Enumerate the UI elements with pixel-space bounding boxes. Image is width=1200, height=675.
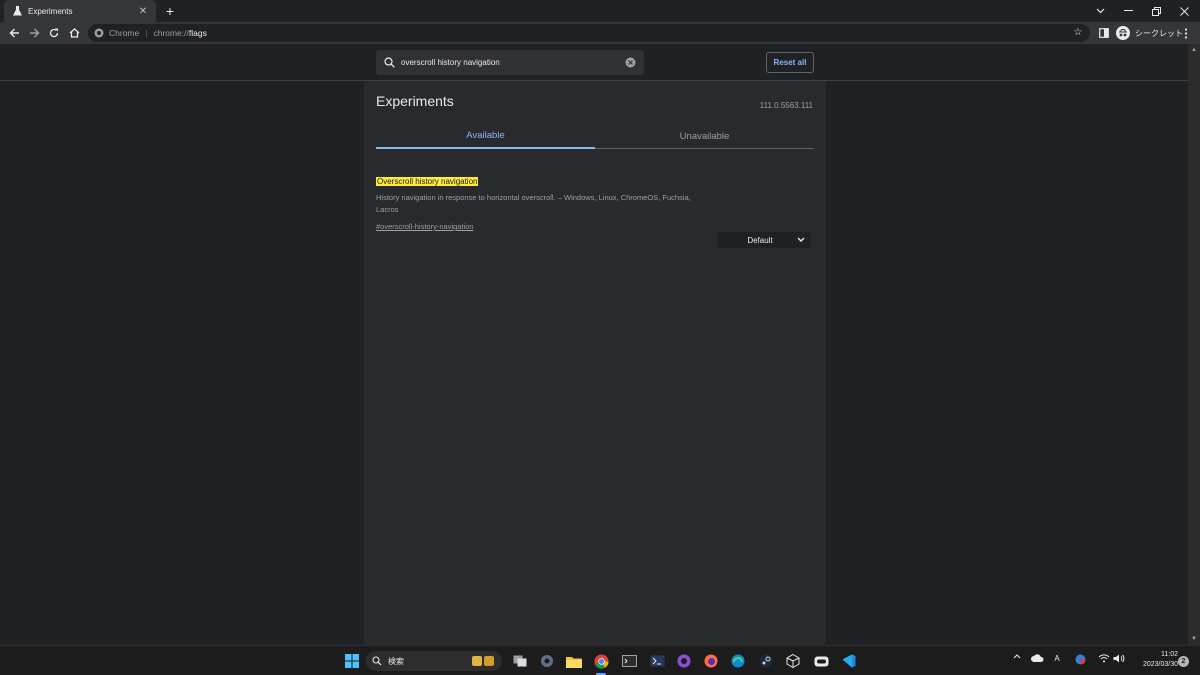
incognito-profile-button[interactable]: シークレット <box>1116 25 1183 41</box>
package-icon[interactable] <box>783 651 803 671</box>
steam-icon[interactable] <box>756 651 776 671</box>
close-window-icon[interactable] <box>1170 0 1198 22</box>
incognito-icon <box>1116 26 1130 40</box>
flags-search-input[interactable]: overscroll history navigation <box>376 50 644 75</box>
reset-all-button[interactable]: Reset all <box>766 52 814 73</box>
search-value: overscroll history navigation <box>401 58 500 67</box>
search-icon <box>372 656 382 666</box>
clock-time: 11:02 <box>1161 651 1178 658</box>
file-explorer-icon[interactable] <box>564 651 584 671</box>
flags-page: overscroll history navigation Reset all … <box>0 44 1200 645</box>
chevron-down-icon <box>797 236 805 244</box>
menu-kebab-icon[interactable] <box>1178 25 1194 41</box>
windows-taskbar: 検索 A 11:02 2023/03/30 2 <box>0 645 1200 675</box>
experiments-tabs: Available Unavailable <box>376 124 814 149</box>
wifi-icon[interactable] <box>1098 654 1110 663</box>
onedrive-cloud-icon[interactable] <box>1030 654 1044 662</box>
tab-close-icon[interactable]: ✕ <box>138 6 148 17</box>
vscode-icon[interactable] <box>839 651 859 671</box>
terminal-icon[interactable] <box>619 651 639 671</box>
edge-icon[interactable] <box>728 651 748 671</box>
reload-icon[interactable] <box>46 25 62 41</box>
flask-icon <box>12 6 22 16</box>
flag-description: History navigation in response to horizo… <box>376 193 691 214</box>
scroll-up-icon[interactable]: ▲ <box>1188 44 1200 56</box>
flag-entry: Overscroll history navigation History na… <box>376 171 814 234</box>
tab-strip: Experiments ✕ + <box>0 0 1200 22</box>
address-path: flags <box>188 28 207 38</box>
address-bar[interactable]: Chrome | chrome:// flags ☆ <box>88 24 1090 42</box>
tab-search-icon[interactable] <box>1086 0 1114 22</box>
address-scheme: Chrome <box>109 28 140 38</box>
tab-title: Experiments <box>28 6 73 16</box>
forward-icon[interactable] <box>26 25 42 41</box>
page-scrollbar[interactable]: ▲ ▼ <box>1188 44 1200 645</box>
clock-date: 2023/03/30 <box>1142 661 1178 668</box>
taskbar-search[interactable]: 検索 <box>366 651 502 671</box>
search-highlight-icon <box>470 654 496 668</box>
browser-toolbar: Chrome | chrome:// flags ☆ シークレット <box>0 22 1200 44</box>
taskbar-search-label: 検索 <box>388 656 404 666</box>
notification-badge[interactable]: 2 <box>1178 656 1189 667</box>
experiments-panel: Experiments 111.0.5563.111 Available Una… <box>364 81 826 645</box>
powershell-icon[interactable] <box>647 651 667 671</box>
chevron-up-icon[interactable] <box>1012 654 1022 659</box>
oculus-icon[interactable] <box>811 651 831 671</box>
volume-icon[interactable] <box>1113 654 1125 663</box>
home-icon[interactable] <box>66 25 82 41</box>
tab-unavailable[interactable]: Unavailable <box>595 124 814 149</box>
profile-label: シークレット <box>1135 28 1183 38</box>
chrome-icon[interactable] <box>591 651 611 671</box>
minimize-icon[interactable] <box>1114 0 1142 22</box>
firefox-icon[interactable] <box>701 651 721 671</box>
address-separator: | <box>145 28 148 38</box>
flag-state-select[interactable]: Default <box>717 232 811 248</box>
back-icon[interactable] <box>6 25 22 41</box>
bookmark-star-icon[interactable]: ☆ <box>1072 26 1084 38</box>
new-tab-button[interactable]: + <box>162 3 178 19</box>
side-panel-icon[interactable] <box>1096 25 1112 41</box>
search-icon <box>384 57 395 68</box>
taskbar-clock[interactable]: 11:02 2023/03/30 <box>1130 650 1178 670</box>
flag-permalink[interactable]: #overscroll-history-navigation <box>376 222 474 231</box>
page-title: Experiments <box>376 93 454 109</box>
clear-search-icon[interactable] <box>625 57 636 68</box>
defender-icon[interactable] <box>1074 654 1086 665</box>
scroll-down-icon[interactable]: ▼ <box>1188 633 1200 645</box>
address-host: chrome:// <box>153 28 189 38</box>
github-icon[interactable] <box>674 651 694 671</box>
tab-available[interactable]: Available <box>376 124 595 149</box>
chrome-icon <box>94 28 104 38</box>
ime-indicator[interactable]: A <box>1052 654 1062 663</box>
screen: Experiments ✕ + Chrome | chrome:// flags… <box>0 0 1200 675</box>
settings-gear-icon[interactable] <box>537 651 557 671</box>
flag-name: Overscroll history navigation <box>376 177 479 186</box>
start-icon[interactable] <box>342 651 362 671</box>
task-view-icon[interactable] <box>510 651 530 671</box>
restore-icon[interactable] <box>1142 0 1170 22</box>
version-label: 111.0.5563.111 <box>759 101 813 110</box>
flags-header: overscroll history navigation Reset all <box>0 44 1188 81</box>
flag-state-value: Default <box>747 235 773 245</box>
browser-tab[interactable]: Experiments ✕ <box>4 0 156 22</box>
